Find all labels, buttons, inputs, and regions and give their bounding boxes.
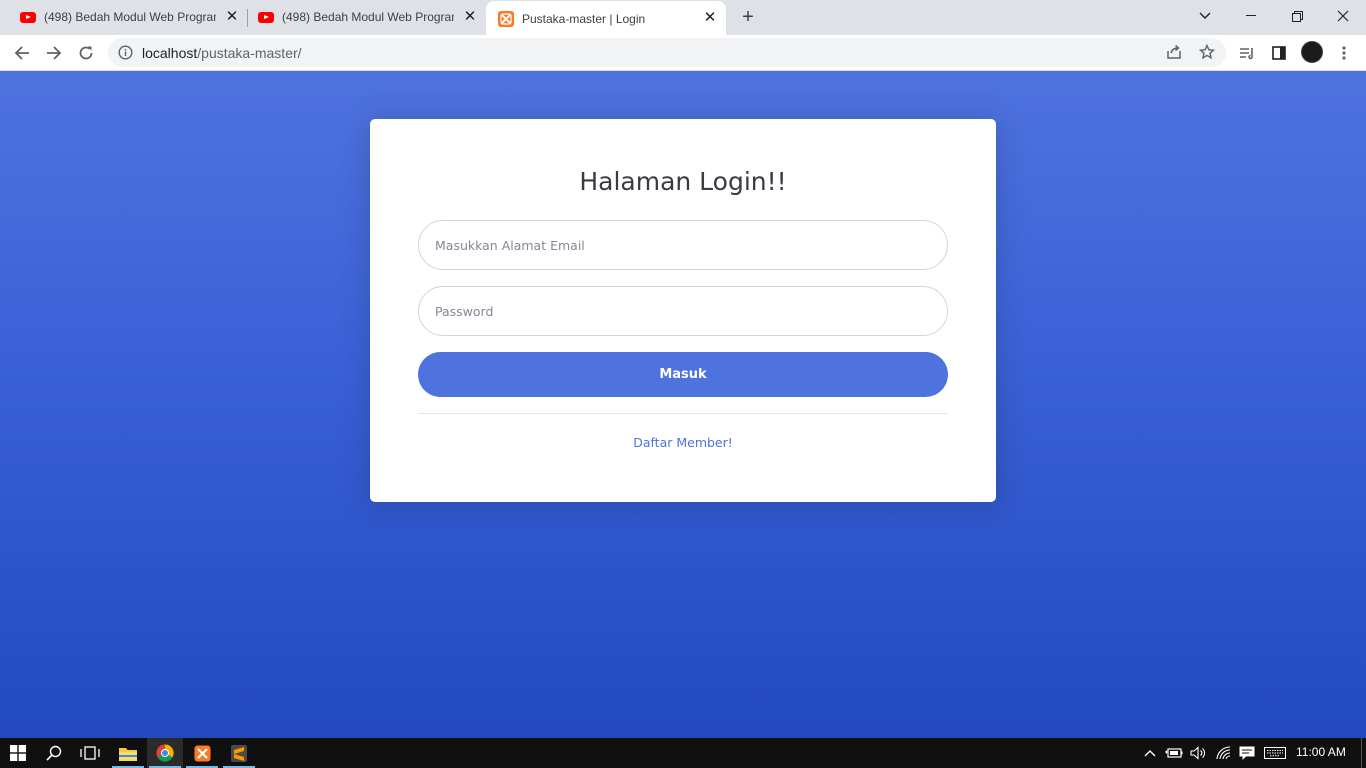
task-view-icon[interactable] (72, 738, 108, 768)
battery-icon[interactable] (1162, 738, 1186, 768)
taskbar-clock[interactable]: 11:00 AM (1296, 745, 1346, 759)
wifi-icon[interactable] (1212, 738, 1236, 768)
restore-button[interactable] (1274, 0, 1320, 32)
close-tab-icon[interactable]: ✕ (224, 9, 240, 25)
youtube-icon (20, 11, 36, 23)
address-bar[interactable]: localhost/pustaka-master/ (108, 38, 1226, 67)
taskbar: 11:00 AM (0, 738, 1366, 768)
password-field[interactable] (418, 286, 948, 336)
close-tab-icon[interactable]: ✕ (462, 9, 478, 25)
email-field[interactable] (418, 220, 948, 270)
reload-icon[interactable] (72, 39, 100, 67)
tab-pustaka-login[interactable]: Pustaka-master | Login ✕ (486, 1, 726, 36)
search-icon[interactable] (36, 738, 72, 768)
url-host: localhost (142, 45, 198, 61)
tab-youtube-2[interactable]: (498) Bedah Modul Web Program ✕ (248, 0, 486, 34)
sublime-text-icon[interactable] (221, 738, 257, 768)
url-path: /pustaka-master/ (197, 45, 302, 61)
bookmark-star-icon[interactable] (1198, 43, 1216, 65)
register-link[interactable]: Daftar Member! (370, 435, 996, 450)
tab-title: (498) Bedah Modul Web Program (282, 10, 454, 24)
xampp-icon[interactable] (184, 738, 220, 768)
login-button[interactable]: Masuk (418, 352, 948, 397)
browser-toolbar: localhost/pustaka-master/ (0, 35, 1366, 71)
minimize-button[interactable] (1228, 0, 1274, 32)
profile-avatar[interactable] (1301, 41, 1323, 63)
login-card: Halaman Login!! Masuk Daftar Member! (370, 119, 996, 502)
address-url: localhost/pustaka-master/ (142, 45, 302, 61)
back-arrow-icon[interactable] (8, 39, 36, 67)
file-explorer-icon[interactable] (110, 738, 146, 768)
tab-title: Pustaka-master | Login (522, 11, 646, 26)
show-desktop-button[interactable] (1361, 738, 1366, 768)
close-window-button[interactable] (1320, 0, 1366, 32)
forward-arrow-icon[interactable] (40, 39, 68, 67)
keyboard-icon[interactable] (1261, 738, 1289, 768)
notification-center-icon[interactable] (1236, 738, 1258, 768)
divider (418, 413, 948, 414)
chevron-up-icon[interactable] (1140, 738, 1160, 768)
page-title: Halaman Login!! (579, 167, 787, 196)
tab-strip: (498) Bedah Modul Web Program ✕ (498) Be… (0, 0, 1366, 36)
volume-icon[interactable] (1187, 738, 1211, 768)
share-icon[interactable] (1166, 44, 1182, 65)
side-panel-icon[interactable] (1265, 39, 1293, 67)
tab-title: (498) Bedah Modul Web Program (44, 10, 216, 24)
chrome-icon[interactable] (147, 738, 183, 768)
site-info-icon[interactable] (118, 45, 133, 60)
close-tab-icon[interactable]: ✕ (702, 10, 718, 26)
new-tab-button[interactable]: + (736, 6, 760, 28)
youtube-icon (258, 11, 274, 23)
reading-list-icon[interactable] (1233, 39, 1261, 67)
tab-youtube-1[interactable]: (498) Bedah Modul Web Program ✕ (8, 0, 248, 34)
page-background: Halaman Login!! Masuk Daftar Member! (0, 71, 1366, 738)
xampp-icon (498, 10, 514, 27)
tab-search-icon[interactable] (1182, 0, 1228, 32)
kebab-menu-icon[interactable] (1330, 39, 1358, 67)
windows-start-icon[interactable] (0, 738, 36, 768)
